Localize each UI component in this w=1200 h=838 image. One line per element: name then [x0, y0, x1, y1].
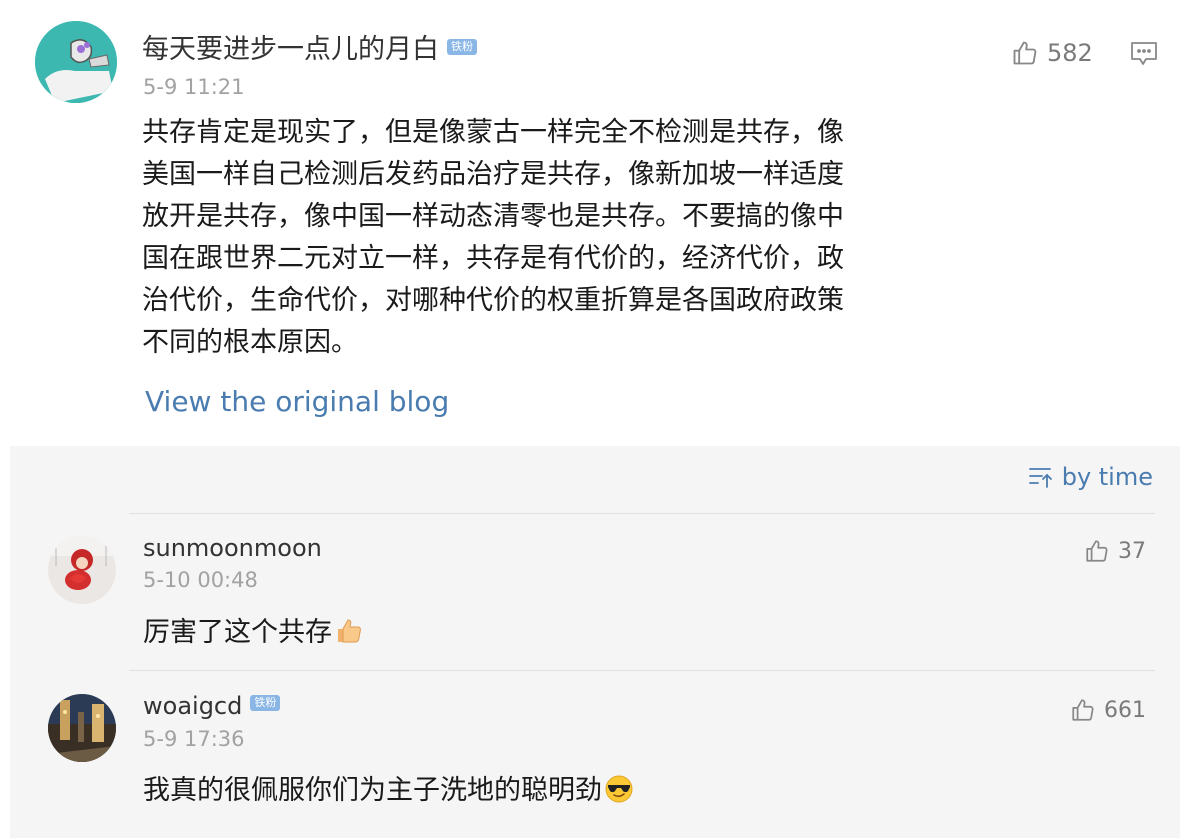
comment-text-content: 厉害了这个共存: [143, 617, 332, 648]
comment-text: 厉害了这个共存: [143, 610, 364, 649]
post-author-name[interactable]: 每天要进步一点儿的月白 铁粉: [142, 30, 477, 70]
commenter-avatar[interactable]: [48, 694, 116, 762]
view-original-blog-link[interactable]: View the original blog: [145, 382, 449, 422]
sunglasses-emoji: [605, 775, 633, 802]
comments-divider: [129, 513, 1155, 514]
post-timestamp: 5-9 11:21: [143, 75, 245, 99]
comment-text-content: 我真的很佩服你们为主子洗地的聪明劲: [143, 775, 602, 806]
comment-timestamp: 5-10 00:48: [143, 568, 258, 592]
post-like-button[interactable]: 582: [1011, 38, 1093, 68]
thumbs-up-emoji: [338, 618, 361, 642]
sort-icon: [1028, 468, 1052, 488]
comment-icon: [1131, 42, 1157, 65]
post-body-text: 共存肯定是现实了，但是像蒙古一样完全不检测是共存，像美国一样自己检测后发药品治疗…: [142, 117, 844, 358]
commenter-name[interactable]: sunmoonmoon: [143, 534, 322, 562]
commenter-avatar[interactable]: [48, 536, 116, 604]
comment-like-count: 37: [1118, 538, 1146, 564]
thumbs-up-icon: [1086, 540, 1108, 562]
sort-by-time-button[interactable]: by time: [1028, 463, 1153, 491]
comment-text: 我真的很佩服你们为主子洗地的聪明劲: [143, 768, 634, 807]
sort-label[interactable]: by time: [1062, 463, 1153, 491]
comments-divider: [129, 670, 1155, 671]
commenter-name[interactable]: woaigcd 铁粉: [143, 692, 281, 720]
fan-badge: 铁粉: [250, 695, 281, 711]
original-post: 每天要进步一点儿的月白 铁粉 5-9 11:21 582 共存肯定是现实了，但是像…: [0, 0, 1200, 440]
post-comment-button[interactable]: [1130, 41, 1158, 67]
commenter-name-text[interactable]: woaigcd: [143, 692, 242, 720]
fan-badge: 铁粉: [447, 38, 477, 55]
thumbs-up-icon: [1013, 41, 1037, 65]
comment-like-count: 661: [1104, 697, 1146, 723]
post-like-count: 582: [1047, 39, 1093, 67]
thumbs-up-icon: [1072, 699, 1094, 721]
post-author-name-text[interactable]: 每天要进步一点儿的月白: [142, 34, 439, 65]
comment-like-button[interactable]: 661: [1070, 697, 1146, 723]
post-author-avatar[interactable]: [35, 21, 117, 103]
comments-panel: by time sunmoonmoon 5-10 00:48 37 厉害了这个共…: [10, 446, 1180, 838]
comment-timestamp: 5-9 17:36: [143, 727, 245, 751]
comment-like-button[interactable]: 37: [1084, 538, 1146, 564]
